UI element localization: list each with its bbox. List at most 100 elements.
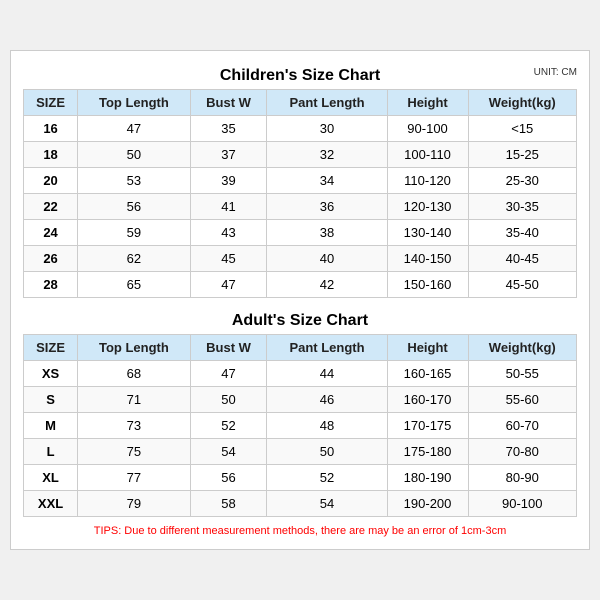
children-col-header: Bust W — [190, 90, 267, 116]
table-cell: 80-90 — [468, 465, 576, 491]
children-col-header: Weight(kg) — [468, 90, 576, 116]
table-cell: 22 — [24, 194, 78, 220]
table-cell: 90-100 — [387, 116, 468, 142]
size-chart-container: Children's Size Chart UNIT: CM SIZETop L… — [10, 50, 590, 550]
table-cell: 42 — [267, 272, 387, 298]
table-cell: 48 — [267, 413, 387, 439]
table-row: 20533934110-12025-30 — [24, 168, 577, 194]
table-row: 26624540140-15040-45 — [24, 246, 577, 272]
table-cell: 59 — [78, 220, 191, 246]
children-col-header: Top Length — [78, 90, 191, 116]
table-cell: 50 — [78, 142, 191, 168]
adults-col-header: Height — [387, 335, 468, 361]
children-header-row: SIZETop LengthBust WPant LengthHeightWei… — [24, 90, 577, 116]
children-col-header: SIZE — [24, 90, 78, 116]
table-cell: 16 — [24, 116, 78, 142]
table-row: 24594338130-14035-40 — [24, 220, 577, 246]
table-cell: 24 — [24, 220, 78, 246]
children-title-text: Children's Size Chart — [220, 67, 380, 84]
table-cell: 170-175 — [387, 413, 468, 439]
table-cell: S — [24, 387, 78, 413]
table-row: 1647353090-100<15 — [24, 116, 577, 142]
table-cell: 77 — [78, 465, 191, 491]
table-cell: 45 — [190, 246, 267, 272]
table-cell: 160-170 — [387, 387, 468, 413]
table-cell: 47 — [78, 116, 191, 142]
table-cell: 160-165 — [387, 361, 468, 387]
table-cell: 68 — [78, 361, 191, 387]
table-cell: 65 — [78, 272, 191, 298]
table-cell: 41 — [190, 194, 267, 220]
table-cell: 30 — [267, 116, 387, 142]
table-row: M735248170-17560-70 — [24, 413, 577, 439]
table-cell: 56 — [190, 465, 267, 491]
table-cell: 34 — [267, 168, 387, 194]
table-cell: 30-35 — [468, 194, 576, 220]
table-cell: 62 — [78, 246, 191, 272]
table-cell: 130-140 — [387, 220, 468, 246]
table-cell: 50 — [267, 439, 387, 465]
children-col-header: Pant Length — [267, 90, 387, 116]
table-cell: 40 — [267, 246, 387, 272]
table-cell: 120-130 — [387, 194, 468, 220]
table-cell: 54 — [190, 439, 267, 465]
table-cell: 50 — [190, 387, 267, 413]
table-cell: 73 — [78, 413, 191, 439]
table-cell: 15-25 — [468, 142, 576, 168]
table-row: XXL795854190-20090-100 — [24, 491, 577, 517]
table-cell: 100-110 — [387, 142, 468, 168]
table-cell: <15 — [468, 116, 576, 142]
table-cell: 53 — [78, 168, 191, 194]
table-cell: 90-100 — [468, 491, 576, 517]
table-cell: XL — [24, 465, 78, 491]
table-cell: 36 — [267, 194, 387, 220]
table-cell: 150-160 — [387, 272, 468, 298]
table-cell: 20 — [24, 168, 78, 194]
table-cell: 56 — [78, 194, 191, 220]
adults-col-header: SIZE — [24, 335, 78, 361]
table-cell: 47 — [190, 361, 267, 387]
adults-col-header: Bust W — [190, 335, 267, 361]
table-cell: 52 — [190, 413, 267, 439]
table-cell: 32 — [267, 142, 387, 168]
table-cell: 190-200 — [387, 491, 468, 517]
children-table: SIZETop LengthBust WPant LengthHeightWei… — [23, 89, 577, 298]
table-cell: 60-70 — [468, 413, 576, 439]
table-row: XL775652180-19080-90 — [24, 465, 577, 491]
table-cell: 37 — [190, 142, 267, 168]
table-cell: L — [24, 439, 78, 465]
table-cell: 71 — [78, 387, 191, 413]
table-cell: 45-50 — [468, 272, 576, 298]
table-cell: 39 — [190, 168, 267, 194]
table-cell: 38 — [267, 220, 387, 246]
table-cell: 50-55 — [468, 361, 576, 387]
table-cell: 46 — [267, 387, 387, 413]
table-cell: 79 — [78, 491, 191, 517]
adults-title: Adult's Size Chart — [23, 306, 577, 334]
table-cell: 44 — [267, 361, 387, 387]
children-col-header: Height — [387, 90, 468, 116]
table-cell: 18 — [24, 142, 78, 168]
table-cell: 43 — [190, 220, 267, 246]
table-cell: 35-40 — [468, 220, 576, 246]
table-cell: 75 — [78, 439, 191, 465]
table-cell: M — [24, 413, 78, 439]
table-cell: 110-120 — [387, 168, 468, 194]
adults-col-header: Top Length — [78, 335, 191, 361]
tips-text: TIPS: Due to different measurement metho… — [23, 525, 577, 537]
unit-label: UNIT: CM — [534, 67, 577, 78]
table-cell: 47 — [190, 272, 267, 298]
adults-header-row: SIZETop LengthBust WPant LengthHeightWei… — [24, 335, 577, 361]
table-row: 18503732100-11015-25 — [24, 142, 577, 168]
table-row: S715046160-17055-60 — [24, 387, 577, 413]
table-cell: 40-45 — [468, 246, 576, 272]
table-cell: 52 — [267, 465, 387, 491]
table-cell: XS — [24, 361, 78, 387]
adults-table: SIZETop LengthBust WPant LengthHeightWei… — [23, 334, 577, 517]
table-row: 22564136120-13030-35 — [24, 194, 577, 220]
table-cell: 58 — [190, 491, 267, 517]
table-cell: 54 — [267, 491, 387, 517]
table-cell: 26 — [24, 246, 78, 272]
table-cell: 175-180 — [387, 439, 468, 465]
table-cell: 55-60 — [468, 387, 576, 413]
